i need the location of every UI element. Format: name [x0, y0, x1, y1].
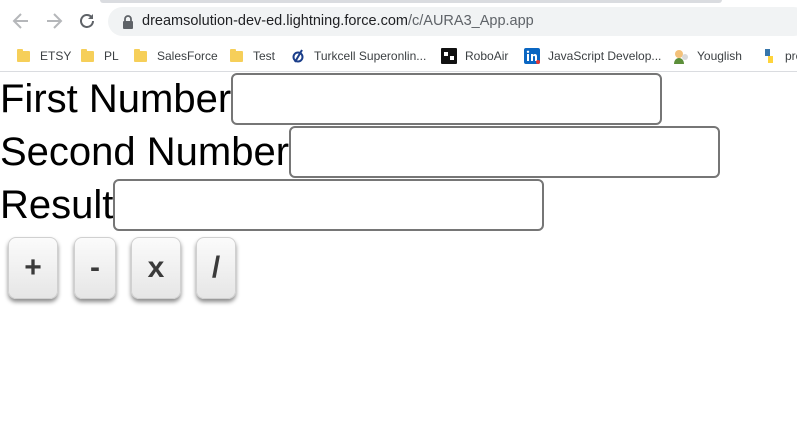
roboair-icon — [441, 47, 457, 64]
bookmark-salesforce[interactable]: SalesForce — [133, 40, 218, 71]
bookmark-label: PL — [104, 48, 119, 63]
url-text: dreamsolution-dev-ed.lightning.force.com… — [142, 13, 534, 29]
bookmark-javascript[interactable]: JavaScript Develop... — [524, 40, 661, 71]
folder-icon — [80, 48, 96, 64]
bookmark-pl[interactable]: PL — [80, 40, 119, 71]
bookmark-label: Turkcell Superonlin... — [314, 48, 427, 63]
url-host: dreamsolution-dev-ed.lightning.force.com — [142, 13, 408, 29]
linkedin-icon — [524, 47, 540, 64]
bookmark-label: pre — [785, 48, 797, 63]
python-icon — [765, 48, 773, 63]
reload-icon — [80, 14, 94, 28]
bookmark-roboair[interactable]: RoboAir — [441, 40, 508, 71]
bookmark-label: JavaScript Develop... — [548, 48, 662, 63]
bookmark-turkcell[interactable]: Turkcell Superonlin... — [290, 40, 426, 71]
forward-arrow-icon — [47, 13, 63, 29]
first-number-input[interactable] — [231, 72, 663, 125]
subtract-button[interactable]: - — [74, 237, 116, 299]
second-number-input[interactable] — [289, 125, 721, 178]
turkcell-icon — [292, 48, 304, 63]
tab-strip — [0, 0, 797, 3]
first-number-row: First Number — [0, 72, 663, 125]
second-number-row: Second Number — [0, 125, 721, 178]
back-button[interactable] — [9, 9, 33, 33]
youglish-icon — [674, 49, 688, 64]
bookmark-label: SalesForce — [157, 48, 218, 63]
bookmark-youglish[interactable]: Youglish — [673, 40, 742, 71]
folder-icon — [229, 48, 245, 64]
back-arrow-icon — [12, 13, 28, 29]
folder-icon — [133, 48, 149, 64]
bookmark-label: ETSY — [40, 48, 72, 63]
reload-button[interactable] — [75, 9, 99, 33]
url-path: /c/AURA3_App.app — [407, 13, 534, 29]
result-label: Result — [0, 182, 114, 227]
bookmark-python[interactable]: pre — [761, 40, 797, 71]
multiply-button[interactable]: x — [131, 237, 181, 299]
browser-toolbar: dreamsolution-dev-ed.lightning.force.com… — [0, 0, 797, 40]
divide-button[interactable]: / — [196, 237, 236, 299]
bookmark-etsy[interactable]: ETSY — [16, 40, 71, 71]
address-bar[interactable]: dreamsolution-dev-ed.lightning.force.com… — [108, 7, 797, 36]
folder-icon — [16, 48, 32, 64]
bookmark-label: Youglish — [697, 48, 742, 63]
forward-button[interactable] — [42, 9, 66, 33]
add-button[interactable]: + — [8, 237, 58, 299]
bookmark-test[interactable]: Test — [229, 40, 275, 71]
lock-icon — [123, 15, 133, 29]
bookmarks-bar: ETSY PL SalesForce Test Turkcell Superon… — [0, 40, 797, 72]
calculator-page: First Number Second Number Result + - x … — [0, 72, 797, 429]
result-row: Result — [0, 178, 545, 231]
bookmark-label: Test — [253, 48, 276, 63]
bookmark-label: RoboAir — [465, 48, 509, 63]
result-input[interactable] — [113, 178, 545, 231]
second-number-label: Second Number — [0, 129, 290, 174]
first-number-label: First Number — [0, 76, 232, 121]
